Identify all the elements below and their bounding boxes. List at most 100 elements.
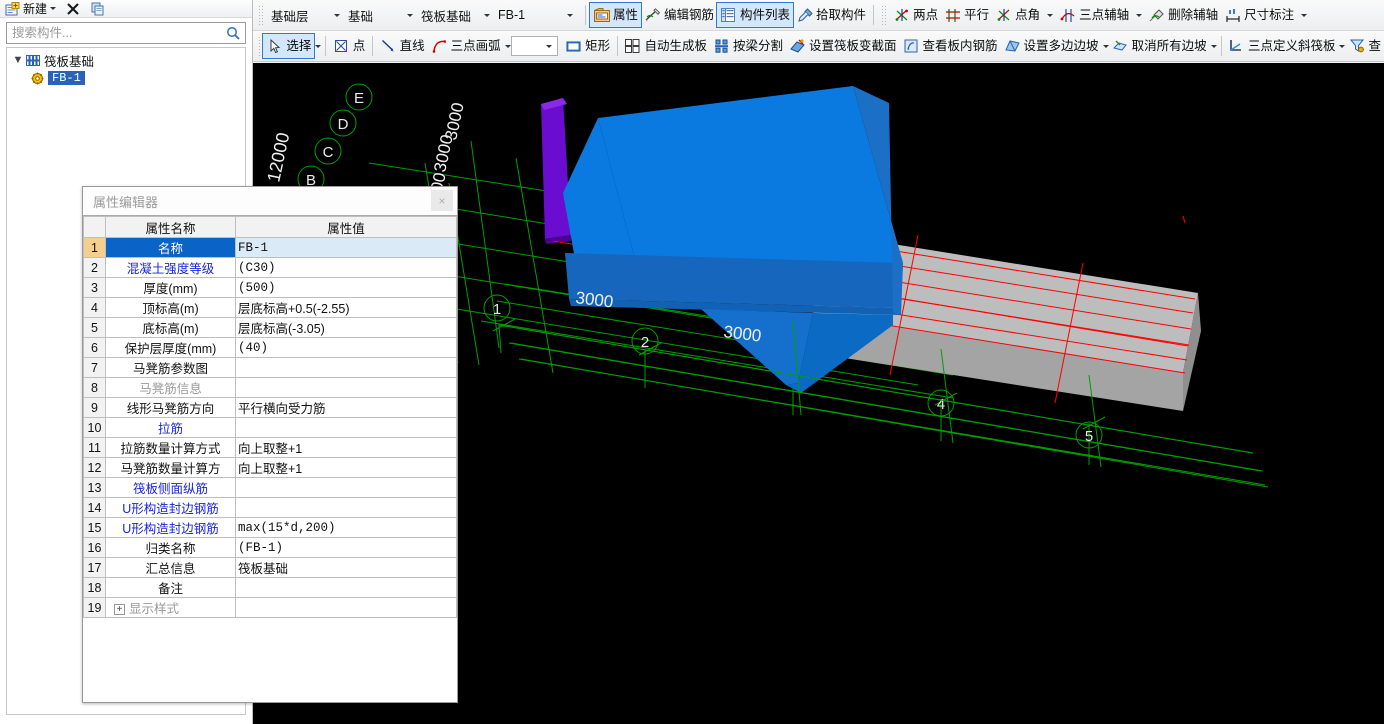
dimension-dropdown[interactable] (1297, 5, 1310, 25)
three-point-arc-button[interactable]: 三点画弧 (428, 34, 504, 58)
set-raft-variable-section-button[interactable]: 设置筏板变截面 (786, 34, 900, 58)
property-row[interactable]: 4 顶标高(m) 层底标高+0.5(-2.55) (83, 297, 457, 318)
search-icon[interactable] (221, 23, 245, 43)
search-input[interactable] (7, 23, 221, 43)
set-polygon-slope-dropdown[interactable] (1102, 36, 1109, 56)
axis-bubble-C[interactable]: C (314, 137, 342, 165)
component-type-dropdown[interactable] (479, 5, 494, 25)
wall-element[interactable] (541, 98, 571, 244)
toolbar-gripper[interactable] (258, 36, 261, 56)
property-editor-dialog[interactable]: 属性编辑器 × 属性名称 属性值 1 名称 FB-1 2 混凝土强度等级 (C30) 3 厚度… (82, 186, 458, 703)
property-row[interactable]: 1 名称 FB-1 (83, 237, 457, 258)
chevron-down-icon[interactable] (50, 7, 57, 10)
property-row[interactable]: 2 混凝土强度等级 (C30) (83, 257, 457, 278)
property-row[interactable]: 12 马凳筋数量计算方 向上取整+1 (83, 457, 457, 478)
axis-bubble-4[interactable]: 4 (927, 389, 955, 417)
raft-foundation-element[interactable] (563, 86, 903, 393)
property-row-value[interactable]: 向上取整+1 (235, 437, 457, 458)
view-slab-rebar-button[interactable]: 查看板内钢筋 (900, 34, 1001, 58)
property-row-value[interactable]: 层底标高(-3.05) (235, 317, 457, 338)
property-row-value[interactable] (235, 497, 457, 518)
floor-level-combo[interactable]: 基础层 (267, 5, 329, 26)
property-row-value[interactable]: 筏板基础 (235, 557, 457, 578)
point-angle-dropdown[interactable] (1043, 5, 1056, 25)
view-more-button[interactable]: 查 (1345, 34, 1384, 58)
property-row-value[interactable]: 层底标高+0.5(-2.55) (235, 297, 457, 318)
delete-aux-axis-button[interactable]: 删除辅轴 (1145, 3, 1221, 27)
toolbar-gripper[interactable] (258, 5, 264, 25)
close-icon[interactable]: × (431, 190, 453, 211)
property-row[interactable]: 7 马凳筋参数图 (83, 357, 457, 378)
property-row-value[interactable] (235, 477, 457, 498)
extra-combo[interactable] (510, 36, 559, 56)
expand-plus-icon[interactable]: + (114, 604, 125, 616)
delete-component-button[interactable] (62, 1, 83, 17)
property-row[interactable]: 17 汇总信息 筏板基础 (83, 557, 457, 578)
three-point-arc-dropdown[interactable] (504, 36, 511, 56)
property-row[interactable]: 6 保护层厚度(mm) (40) (83, 337, 457, 358)
property-row[interactable]: 3 厚度(mm) (500) (83, 277, 457, 298)
discipline-combo[interactable]: 基础 (344, 5, 402, 26)
properties-button[interactable]: 属性 (588, 2, 643, 28)
expander-icon[interactable]: ▼ (11, 54, 25, 66)
property-editor-titlebar[interactable]: 属性编辑器 × (83, 187, 457, 215)
tree-node-root[interactable]: ▼ 筏板基础 (7, 51, 245, 69)
property-row[interactable]: 10 拉筋 (83, 417, 457, 438)
property-row[interactable]: 19 + 显示样式 (83, 597, 457, 618)
rectangle-tool-button[interactable]: 矩形 (562, 34, 613, 58)
point-tool-button[interactable]: 点 (330, 34, 369, 58)
property-row[interactable]: 15 U形构造封边钢筋 max(15*d,200) (83, 517, 457, 538)
property-row-value[interactable]: (C30) (235, 257, 457, 278)
search-box[interactable] (6, 22, 246, 44)
axis-bubble-1[interactable]: 1 (483, 294, 511, 322)
dimension-button[interactable]: 尺寸标注 (1221, 3, 1297, 27)
component-name-combo[interactable]: FB-1 (494, 5, 562, 26)
property-row[interactable]: 13 筏板侧面纵筋 (83, 477, 457, 498)
property-row[interactable]: 9 线形马凳筋方向 平行横向受力筋 (83, 397, 457, 418)
property-row-value[interactable] (235, 417, 457, 438)
new-component-button[interactable]: 新建 (2, 1, 58, 17)
property-row-value[interactable] (235, 577, 457, 598)
property-row-value[interactable]: FB-1 (235, 237, 457, 258)
auto-generate-slab-button[interactable]: 自动生成板 (621, 34, 710, 58)
cancel-all-slopes-button[interactable]: 取消所有边坡 (1109, 34, 1210, 58)
property-row[interactable]: 16 归类名称 (FB-1) (83, 537, 457, 558)
property-row[interactable]: 8 马凳筋信息 (83, 377, 457, 398)
set-polygon-slope-button[interactable]: 设置多边边坡 (1001, 34, 1102, 58)
property-row-value[interactable] (235, 377, 457, 398)
property-row[interactable]: 18 备注 (83, 577, 457, 598)
property-row-value[interactable]: 平行横向受力筋 (235, 397, 457, 418)
property-row-value[interactable]: (FB-1) (235, 537, 457, 558)
pick-component-button[interactable]: 拾取构件 (793, 3, 869, 27)
three-point-sloped-raft-dropdown[interactable] (1338, 36, 1346, 56)
property-row-value[interactable] (235, 357, 457, 378)
two-point-axis-button[interactable]: 两点 (890, 3, 941, 27)
property-row-value[interactable] (235, 597, 457, 618)
axis-bubble-D[interactable]: D (329, 109, 357, 137)
property-row-value[interactable]: 向上取整+1 (235, 457, 457, 478)
component-list-button[interactable]: 构件列表 (716, 2, 795, 28)
select-tool-dropdown[interactable] (314, 36, 322, 56)
line-tool-button[interactable]: 直线 (377, 34, 428, 58)
floor-level-dropdown[interactable] (329, 5, 344, 25)
property-table-wrap[interactable]: 属性名称 属性值 1 名称 FB-1 2 混凝土强度等级 (C30) 3 厚度(mm) (500… (83, 215, 457, 702)
select-tool-button[interactable]: 选择 (262, 33, 316, 59)
component-type-combo[interactable]: 筏板基础 (417, 5, 479, 26)
property-row[interactable]: 14 U形构造封边钢筋 (83, 497, 457, 518)
property-row[interactable]: 5 底标高(m) 层底标高(-3.05) (83, 317, 457, 338)
cancel-all-slopes-dropdown[interactable] (1210, 36, 1217, 56)
three-point-sloped-raft-button[interactable]: 三点定义斜筏板 (1225, 34, 1339, 58)
three-point-aux-dropdown[interactable] (1132, 5, 1145, 25)
three-point-aux-axis-button[interactable]: 三点辅轴 (1056, 3, 1132, 27)
component-name-dropdown[interactable] (562, 5, 577, 25)
discipline-dropdown[interactable] (402, 5, 417, 25)
edit-rebar-button[interactable]: 编辑钢筋 (641, 3, 717, 27)
axis-bubble-E[interactable]: E (345, 83, 373, 111)
chevron-down-icon[interactable] (546, 44, 553, 48)
parallel-axis-button[interactable]: 平行 (941, 3, 992, 27)
property-row-value[interactable]: max(15*d,200) (235, 517, 457, 538)
point-angle-axis-button[interactable]: 点角 (992, 3, 1043, 27)
property-row-value[interactable]: (500) (235, 277, 457, 298)
property-row[interactable]: 11 拉筋数量计算方式 向上取整+1 (83, 437, 457, 458)
tree-node-fb1[interactable]: FB-1 (7, 69, 245, 87)
